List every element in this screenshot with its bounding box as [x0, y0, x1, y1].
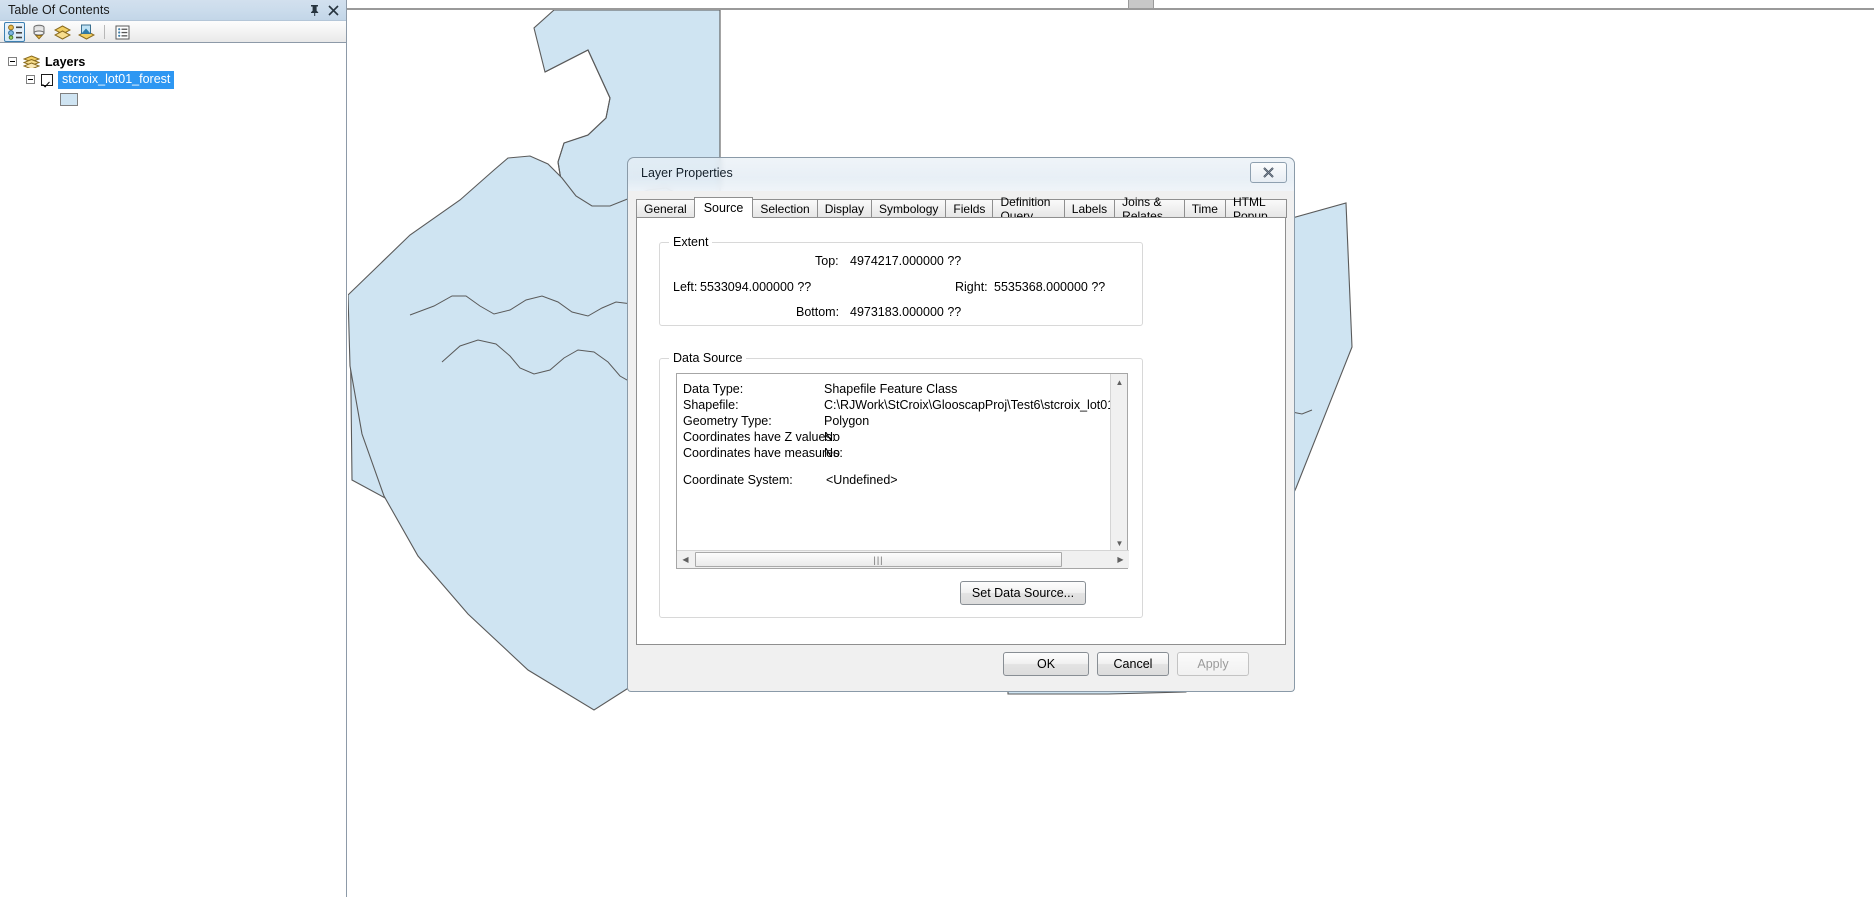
extent-bottom-label: Bottom: [796, 305, 840, 319]
polygon-symbol-swatch[interactable] [60, 93, 78, 106]
tree-row-symbol[interactable] [60, 91, 78, 108]
apply-button: Apply [1177, 652, 1249, 676]
ds-key-data-type: Data Type: [683, 382, 744, 396]
hscroll-thumb[interactable]: ||| [695, 552, 1062, 567]
layers-root-label: Layers [45, 54, 86, 69]
extent-left-value: 5533094.000000 ?? [700, 280, 812, 294]
dialog-title: Layer Properties [641, 166, 733, 180]
tree-row-layers[interactable]: Layers [8, 53, 85, 70]
scroll-right-icon[interactable]: ▶ [1112, 551, 1129, 568]
expander-layers-icon[interactable] [8, 57, 17, 66]
cancel-button[interactable]: Cancel [1097, 652, 1169, 676]
dialog-body: General Source Selection Display Symbolo… [627, 191, 1295, 692]
data-source-groupbox: Data Source Data Type: Shapefile Feature… [659, 351, 1143, 618]
extent-groupbox: Extent Top: 4974217.000000 ?? Left: 5533… [659, 235, 1143, 326]
extent-right-label: Right: [955, 280, 988, 294]
table-of-contents-panel: Table Of Contents Layers stcroix_lot01_f… [0, 0, 347, 897]
source-tab-page: Extent Top: 4974217.000000 ?? Left: 5533… [636, 217, 1286, 645]
extent-top-value: 4974217.000000 ?? [850, 254, 962, 268]
tab-definition-query[interactable]: Definition Query [992, 195, 1065, 223]
pin-icon[interactable] [306, 2, 322, 18]
tab-html-popup[interactable]: HTML Popup [1224, 195, 1287, 223]
ds-value-coordinate-system: <Undefined> [826, 473, 898, 487]
list-by-visibility-button[interactable] [52, 22, 73, 42]
data-source-legend: Data Source [669, 351, 747, 365]
layers-stack-icon [23, 55, 40, 68]
ds-value-measures: No [824, 446, 840, 460]
data-source-listbox[interactable]: Data Type: Shapefile Feature Class Shape… [676, 373, 1129, 569]
data-source-vertical-scrollbar[interactable]: ▲ ▼ [1110, 374, 1127, 552]
extent-right-value: 5535368.000000 ?? [994, 280, 1106, 294]
window-top-divider-tab [1128, 0, 1154, 8]
close-icon[interactable] [325, 2, 341, 18]
tab-labels[interactable]: Labels [1063, 199, 1116, 218]
tab-source[interactable]: Source [693, 197, 754, 218]
scroll-up-icon[interactable]: ▲ [1111, 374, 1128, 391]
ds-key-z-values: Coordinates have Z values: [683, 430, 836, 444]
ds-key-shapefile: Shapefile: [683, 398, 739, 412]
table-of-contents-title: Table Of Contents [8, 3, 110, 17]
ok-button[interactable]: OK [1003, 652, 1089, 676]
ds-value-data-type: Shapefile Feature Class [824, 382, 958, 396]
hscroll-grip-icon: ||| [873, 554, 884, 565]
layer-name-label[interactable]: stcroix_lot01_forest [58, 70, 175, 89]
list-by-source-button[interactable] [28, 22, 49, 42]
options-button[interactable] [112, 22, 133, 42]
tab-fields[interactable]: Fields [945, 199, 994, 218]
tree-row-layer[interactable]: stcroix_lot01_forest [26, 70, 175, 89]
hscroll-track[interactable]: ||| [694, 551, 1112, 568]
tab-selection[interactable]: Selection [752, 199, 818, 218]
ds-value-z-values: No [824, 430, 840, 444]
extent-top-label: Top: [815, 254, 839, 268]
list-by-selection-button[interactable] [76, 22, 97, 42]
ds-value-geometry-type: Polygon [824, 414, 870, 428]
table-of-contents-toolbar [0, 21, 346, 43]
set-data-source-button[interactable]: Set Data Source... [960, 581, 1086, 605]
dialog-close-icon[interactable] [1250, 162, 1287, 183]
layer-properties-dialog: Layer Properties General Source Selectio… [627, 157, 1295, 692]
dialog-titlebar[interactable]: Layer Properties [627, 157, 1295, 191]
dialog-tabstrip: General Source Selection Display Symbolo… [636, 195, 1287, 223]
layer-visibility-checkbox[interactable] [41, 73, 53, 86]
ds-key-measures: Coordinates have measures: [683, 446, 843, 460]
ds-key-coordinate-system: Coordinate System: [683, 473, 793, 487]
tab-joins-relates[interactable]: Joins & Relates [1114, 195, 1185, 223]
toolbar-separator [104, 25, 105, 39]
tab-display[interactable]: Display [816, 199, 873, 218]
table-of-contents-titlebar: Table Of Contents [0, 0, 346, 21]
expander-layer-icon[interactable] [26, 75, 35, 84]
data-source-scroll-area: Data Type: Shapefile Feature Class Shape… [677, 374, 1111, 552]
tab-time[interactable]: Time [1183, 199, 1226, 218]
extent-legend: Extent [669, 235, 713, 249]
tab-general[interactable]: General [636, 199, 695, 218]
table-of-contents-tree: Layers stcroix_lot01_forest [0, 43, 346, 106]
scroll-left-icon[interactable]: ◀ [677, 551, 694, 568]
ds-key-geometry-type: Geometry Type: [683, 414, 772, 428]
ds-value-shapefile: C:\RJWork\StCroix\GlooscapProj\Test6\stc… [824, 398, 1111, 412]
extent-bottom-value: 4973183.000000 ?? [850, 305, 962, 319]
data-source-horizontal-scrollbar[interactable]: ◀ ||| ▶ [677, 550, 1129, 568]
tab-symbology[interactable]: Symbology [871, 199, 947, 218]
extent-left-label: Left: [673, 280, 698, 294]
list-by-drawing-order-button[interactable] [4, 22, 25, 42]
arcmap-application-window: Table Of Contents Layers stcroix_lot01_f… [0, 0, 1874, 897]
